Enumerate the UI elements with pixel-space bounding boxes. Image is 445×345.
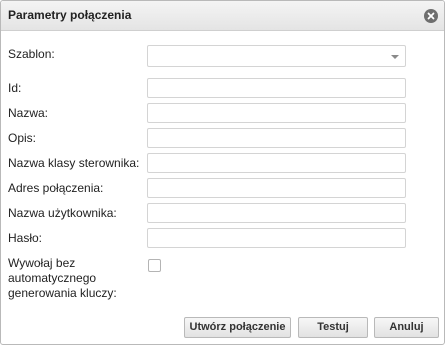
template-label: Szablon:: [8, 47, 55, 61]
password-label: Hasło:: [8, 231, 43, 245]
chevron-down-icon: [391, 55, 399, 59]
cancel-button[interactable]: Anuluj: [374, 317, 439, 338]
dialog-titlebar: Parametry połączenia: [1, 1, 444, 31]
password-field[interactable]: [147, 228, 406, 248]
no-key-generation-label-line-1: Wywołaj bez: [8, 256, 76, 270]
create-connection-button[interactable]: Utwórz połączenie: [184, 317, 291, 338]
connection-address-field[interactable]: [147, 178, 406, 198]
name-label: Nazwa:: [8, 106, 49, 120]
description-field[interactable]: [147, 128, 406, 148]
description-label: Opis:: [8, 131, 37, 145]
no-key-generation-checkbox[interactable]: [148, 259, 161, 272]
close-icon[interactable]: [424, 9, 438, 23]
connection-parameters-dialog: Parametry połączenia Szablon: Id: Nazwa:…: [0, 0, 445, 345]
id-label: Id:: [8, 81, 22, 95]
id-field[interactable]: [147, 78, 406, 98]
connection-address-label: Adres połączenia:: [8, 181, 104, 195]
test-button[interactable]: Testuj: [298, 317, 368, 338]
driver-class-field[interactable]: [147, 153, 406, 173]
no-key-generation-label-line-3: generowania kluczy:: [8, 286, 117, 300]
username-field[interactable]: [147, 203, 406, 223]
template-select[interactable]: [147, 45, 406, 67]
name-field[interactable]: [147, 103, 406, 123]
driver-class-label: Nazwa klasy sterownika:: [8, 156, 140, 170]
no-key-generation-label-line-2: automatycznego: [8, 271, 97, 285]
username-label: Nazwa użytkownika:: [8, 206, 117, 220]
dialog-title: Parametry połączenia: [8, 8, 132, 22]
